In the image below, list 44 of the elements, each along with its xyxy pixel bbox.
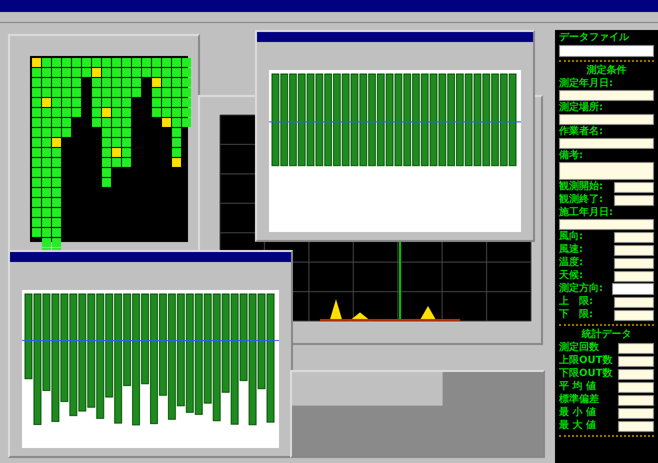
input-field[interactable] xyxy=(614,182,654,192)
field-label: 測定年月日: xyxy=(559,78,614,90)
input-field[interactable] xyxy=(614,270,654,282)
input-field[interactable] xyxy=(614,244,654,256)
section-heading: 測定条件 xyxy=(586,65,628,77)
value-field xyxy=(618,408,654,418)
value-field xyxy=(618,356,654,366)
input-field[interactable] xyxy=(614,194,654,206)
field-label: 最 小 値 xyxy=(559,407,596,419)
input-field[interactable] xyxy=(559,114,654,125)
input-field[interactable] xyxy=(614,258,654,268)
field-label: 天候: xyxy=(559,270,583,282)
value-field xyxy=(618,394,654,406)
field-label: 観測終了: xyxy=(559,194,603,206)
input-field[interactable] xyxy=(614,232,654,242)
input-field[interactable] xyxy=(559,138,654,149)
value-field xyxy=(618,368,654,380)
panel-label: データファイル xyxy=(559,32,630,44)
field-label: 測定方向: xyxy=(559,283,603,295)
field-label: 観測開始: xyxy=(559,181,603,193)
value-field xyxy=(618,420,654,432)
field-label: 上限OUT数 xyxy=(559,355,612,367)
field-label: 下 限: xyxy=(559,309,593,321)
input-field[interactable] xyxy=(559,219,654,230)
field-label: 標準偏差 xyxy=(559,394,599,406)
value-field xyxy=(618,342,654,354)
field-label: 最 大 値 xyxy=(559,420,596,432)
field-label: 備考: xyxy=(559,150,584,162)
field-label: 風向: xyxy=(559,231,583,243)
file-dropdown[interactable] xyxy=(559,45,654,57)
field-label: 作業者名: xyxy=(559,126,604,138)
input-field[interactable] xyxy=(559,90,654,101)
field-label: 上 限: xyxy=(559,296,593,308)
value-field xyxy=(618,382,654,392)
input-field[interactable] xyxy=(614,296,654,308)
field-label: 測定回数 xyxy=(559,342,599,354)
field-label: 温度: xyxy=(559,257,583,269)
field-label: 測定場所: xyxy=(559,102,604,114)
section-heading: 統計データ xyxy=(580,329,632,341)
field-label: 施工年月日: xyxy=(559,207,614,219)
input-field[interactable] xyxy=(614,310,654,320)
field-label: 風速: xyxy=(559,244,583,256)
field-label: 平 均 値 xyxy=(559,381,596,393)
field-label: 下限OUT数 xyxy=(559,368,612,380)
